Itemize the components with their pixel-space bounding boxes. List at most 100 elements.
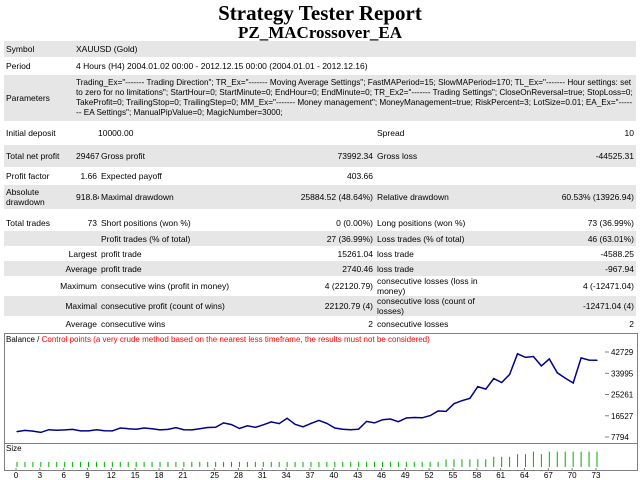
size-bar bbox=[501, 456, 503, 467]
balance-point bbox=[397, 421, 399, 423]
size-chart bbox=[16, 451, 598, 467]
balance-point bbox=[437, 410, 439, 412]
size-bar bbox=[485, 459, 487, 467]
size-bar bbox=[135, 461, 137, 467]
balance-point bbox=[509, 373, 511, 376]
ea-name: PZ_MACrossover_EA bbox=[238, 23, 402, 42]
balance-point bbox=[40, 431, 42, 433]
gross-profit-value: 73992.34 bbox=[280, 145, 375, 167]
balance-point bbox=[588, 359, 590, 361]
maximal-consec-loss-label: consecutive loss (count of losses) bbox=[375, 296, 492, 316]
x-tick-label: 52 bbox=[425, 471, 434, 480]
x-tick-label: 34 bbox=[282, 471, 291, 480]
absolute-drawdown-value: 918.84 bbox=[74, 185, 99, 209]
size-bar bbox=[580, 451, 582, 467]
balance-point bbox=[381, 419, 384, 421]
profit-trades-value: 27 (36.99%) bbox=[280, 231, 375, 246]
maximal-drawdown-value: 25884.52 (48.64%) bbox=[280, 185, 375, 209]
balance-point bbox=[524, 356, 527, 359]
profit-trades-row: Profit trades (% of total) 27 (36.99%) L… bbox=[4, 231, 637, 246]
size-bar bbox=[461, 459, 463, 467]
maximal-consec-loss-value: -12471.04 (4) bbox=[492, 296, 637, 316]
profit-factor-row: Profit factor 1.66 Expected payoff 403.6… bbox=[4, 167, 636, 185]
loss-trades-value: 46 (63.01%) bbox=[492, 231, 637, 246]
balance-point bbox=[564, 377, 566, 379]
largest-row: Largest profit trade 15261.04 loss trade… bbox=[4, 246, 636, 261]
size-bar bbox=[56, 461, 58, 467]
size-bar bbox=[413, 461, 415, 467]
chart-legend: Balance / Control points (a very crude m… bbox=[6, 335, 430, 344]
gross-profit-label: Gross profit bbox=[99, 145, 280, 167]
balance-point bbox=[373, 422, 376, 424]
balance-point bbox=[151, 428, 153, 430]
x-tick-label: 64 bbox=[520, 471, 529, 480]
balance-point bbox=[183, 429, 185, 431]
maximal-consec-profit-label: consecutive profit (count of wins) bbox=[99, 296, 280, 316]
y-tick-label: 42729 bbox=[611, 348, 634, 357]
balance-point bbox=[127, 428, 129, 430]
size-bar bbox=[469, 459, 471, 467]
balance-point bbox=[191, 429, 193, 431]
size-bar bbox=[493, 456, 495, 467]
total-net-profit-label: Total net profit bbox=[4, 145, 74, 167]
report-table: Symbol XAUUSD (Gold) Period 4 Hours (H4)… bbox=[4, 41, 637, 331]
maximal-row: Maximal consecutive profit (count of win… bbox=[4, 296, 637, 316]
max-consec-wins-value: 4 (22120.79) bbox=[324, 281, 373, 291]
size-bar bbox=[342, 461, 344, 467]
y-tick-label: 7794 bbox=[611, 433, 629, 442]
size-bar bbox=[445, 459, 447, 467]
size-bar bbox=[509, 456, 511, 467]
balance-point bbox=[286, 417, 288, 419]
total-trades-label: Total trades bbox=[6, 218, 50, 228]
size-bar bbox=[397, 461, 399, 467]
balance-point bbox=[477, 386, 479, 388]
size-bar bbox=[358, 461, 360, 467]
balance-chart: 7794 16527 25261 33995 42729 bbox=[16, 348, 634, 442]
average-label: Average bbox=[4, 261, 99, 276]
balance-point bbox=[429, 414, 431, 417]
avg-consec-row: Average consecutive wins 2 consecutive l… bbox=[4, 316, 636, 331]
balance-point bbox=[87, 430, 90, 432]
size-bar bbox=[517, 454, 519, 467]
size-bar bbox=[215, 461, 217, 467]
size-bar bbox=[326, 461, 328, 467]
size-bar bbox=[246, 461, 248, 467]
average-profit-label: profit trade bbox=[99, 261, 280, 276]
balance-line bbox=[16, 352, 598, 434]
size-bar bbox=[334, 461, 336, 467]
balance-point bbox=[294, 423, 296, 425]
x-tick-label: 43 bbox=[353, 471, 362, 480]
x-tick-label: 18 bbox=[155, 471, 164, 480]
balance-point bbox=[493, 377, 495, 380]
balance-point bbox=[95, 429, 98, 431]
size-bar bbox=[24, 461, 26, 467]
size-bar bbox=[262, 461, 264, 467]
period-row: Period 4 Hours (H4) 2004.01.02 00:00 - 2… bbox=[4, 57, 636, 75]
period-label: Period bbox=[6, 61, 31, 71]
expected-payoff-value: 403.66 bbox=[347, 171, 373, 181]
gross-loss-value: -44525.31 bbox=[492, 145, 637, 167]
symbol-label: Symbol bbox=[4, 41, 74, 57]
parameters-row: Parameters Trading_Ex="------- Trading D… bbox=[4, 75, 637, 121]
balance-point bbox=[461, 400, 463, 402]
drawdown-row: Absolute drawdown 918.84 Maximal drawdow… bbox=[4, 185, 637, 209]
balance-point bbox=[230, 423, 233, 426]
balance-point bbox=[365, 420, 368, 423]
avg-consec-label: Average bbox=[65, 318, 97, 329]
size-bar bbox=[405, 461, 407, 467]
avg-consec-wins-label: consecutive wins bbox=[101, 318, 166, 329]
balance-point bbox=[358, 428, 360, 430]
size-bar bbox=[540, 454, 542, 467]
balance-point bbox=[501, 381, 503, 384]
x-tick-label: 28 bbox=[234, 471, 243, 480]
period-value: 4 Hours (H4) 2004.01.02 00:00 - 2012.12.… bbox=[76, 61, 368, 71]
balance-point bbox=[48, 429, 50, 431]
x-tick-label: 61 bbox=[496, 471, 505, 480]
short-positions-value: 0 (0.00%) bbox=[336, 218, 373, 228]
size-bar bbox=[270, 461, 272, 467]
x-tick-label: 12 bbox=[107, 471, 116, 480]
size-bar bbox=[231, 461, 233, 467]
x-axis: 0 3 6 9 12 15 18 21 25 28 31 34 37 40 43 46 49 52 55 58 61 64… bbox=[14, 468, 601, 480]
max-consec-losses-value: 4 (-12471.04) bbox=[582, 281, 635, 291]
balance-point bbox=[199, 428, 201, 430]
